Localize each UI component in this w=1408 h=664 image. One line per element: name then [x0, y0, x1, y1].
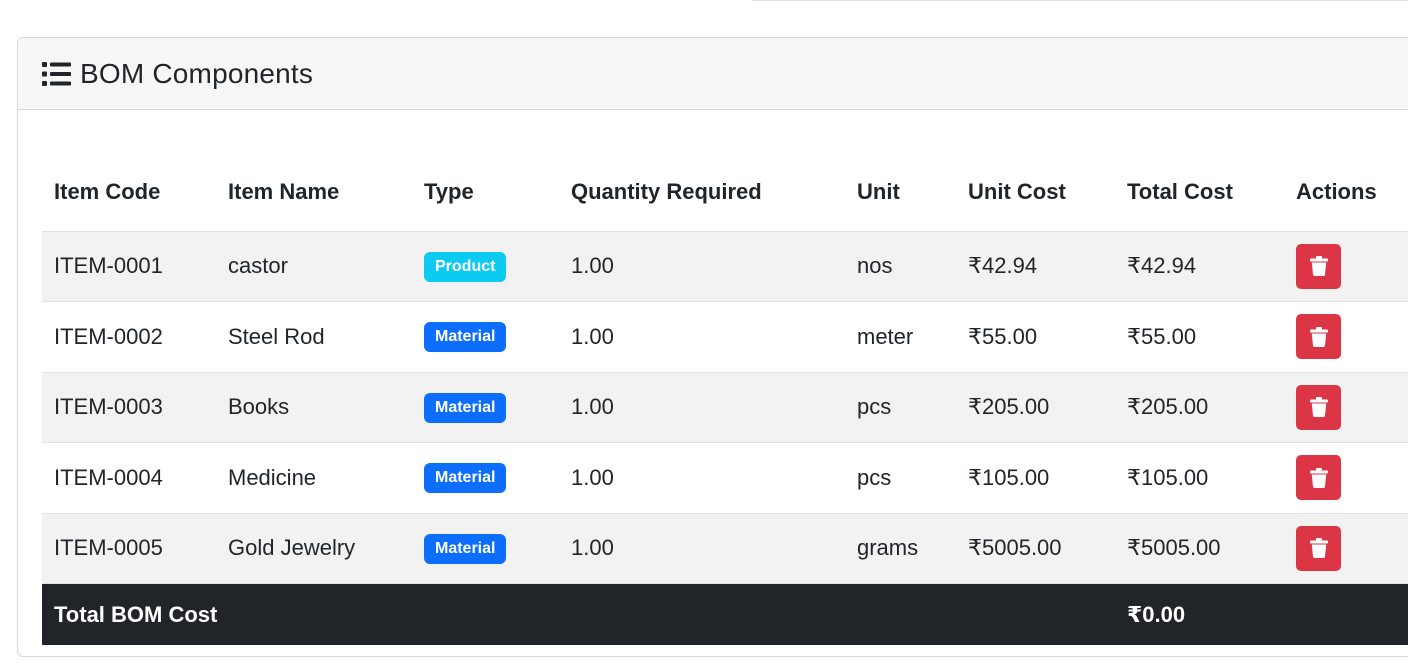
- unit-cost: ₹55.00: [956, 301, 1115, 373]
- top-divider: [752, 0, 1408, 1]
- unit: nos: [845, 231, 956, 302]
- table-row: ITEM-0004 Medicine Material 1.00 pcs ₹10…: [42, 442, 1408, 514]
- trash-icon: [1309, 538, 1328, 559]
- actions-cell: [1284, 301, 1408, 373]
- unit: pcs: [845, 372, 956, 443]
- type-badge: Material: [424, 322, 507, 353]
- item-code: ITEM-0003: [42, 372, 216, 443]
- bom-components-card: BOM Components Item Code Item Name Type …: [17, 37, 1408, 657]
- quantity: 1.00: [559, 372, 845, 443]
- unit-cost: ₹42.94: [956, 231, 1115, 302]
- item-code: ITEM-0002: [42, 301, 216, 373]
- header-item-code: Item Code: [42, 147, 216, 232]
- total-cost: ₹205.00: [1115, 372, 1284, 443]
- type-badge: Material: [424, 533, 507, 564]
- actions-cell: [1284, 442, 1408, 514]
- header-unit: Unit: [845, 147, 956, 232]
- delete-button[interactable]: [1296, 525, 1341, 571]
- total-cost: ₹105.00: [1115, 442, 1284, 514]
- type-badge: Product: [424, 251, 507, 282]
- header-type: Type: [412, 147, 559, 232]
- actions-cell: [1284, 513, 1408, 584]
- delete-button[interactable]: [1296, 243, 1341, 289]
- header-total-cost: Total Cost: [1115, 147, 1284, 232]
- type-cell: Material: [412, 442, 559, 514]
- total-cost: ₹42.94: [1115, 231, 1284, 302]
- type-cell: Product: [412, 231, 559, 302]
- delete-button[interactable]: [1296, 314, 1341, 360]
- type-cell: Material: [412, 301, 559, 373]
- quantity: 1.00: [559, 442, 845, 514]
- list-icon: [42, 61, 72, 86]
- table-row: ITEM-0003 Books Material 1.00 pcs ₹205.0…: [42, 372, 1408, 443]
- item-code: ITEM-0005: [42, 513, 216, 584]
- card-header: BOM Components: [18, 38, 1408, 110]
- type-cell: Material: [412, 513, 559, 584]
- item-name: Steel Rod: [216, 301, 412, 373]
- table-row: ITEM-0001 castor Product 1.00 nos ₹42.94…: [42, 231, 1408, 302]
- total-value: ₹0.00: [1115, 583, 1284, 645]
- trash-icon: [1309, 467, 1328, 488]
- trash-icon: [1309, 256, 1328, 277]
- header-item-name: Item Name: [216, 147, 412, 232]
- type-cell: Material: [412, 372, 559, 443]
- item-name: Gold Jewelry: [216, 513, 412, 584]
- trash-icon: [1309, 397, 1328, 418]
- unit: meter: [845, 301, 956, 373]
- actions-cell: [1284, 231, 1408, 302]
- bom-table: Item Code Item Name Type Quantity Requir…: [42, 147, 1408, 645]
- quantity: 1.00: [559, 231, 845, 302]
- type-badge: Material: [424, 392, 507, 423]
- table-row: ITEM-0005 Gold Jewelry Material 1.00 gra…: [42, 513, 1408, 584]
- total-cost: ₹55.00: [1115, 301, 1284, 373]
- item-code: ITEM-0001: [42, 231, 216, 302]
- total-cost: ₹5005.00: [1115, 513, 1284, 584]
- table-row: ITEM-0002 Steel Rod Material 1.00 meter …: [42, 301, 1408, 373]
- total-empty-cell: [1284, 583, 1408, 645]
- unit: pcs: [845, 442, 956, 514]
- quantity: 1.00: [559, 513, 845, 584]
- trash-icon: [1309, 326, 1328, 347]
- header-actions: Actions: [1284, 147, 1408, 232]
- quantity: 1.00: [559, 301, 845, 373]
- unit-cost: ₹105.00: [956, 442, 1115, 514]
- unit: grams: [845, 513, 956, 584]
- total-row: Total BOM Cost ₹0.00: [42, 583, 1408, 645]
- unit-cost: ₹205.00: [956, 372, 1115, 443]
- delete-button[interactable]: [1296, 455, 1341, 501]
- header-quantity: Quantity Required: [559, 147, 845, 232]
- item-code: ITEM-0004: [42, 442, 216, 514]
- unit-cost: ₹5005.00: [956, 513, 1115, 584]
- card-title: BOM Components: [80, 57, 314, 89]
- table-header-row: Item Code Item Name Type Quantity Requir…: [42, 147, 1408, 232]
- header-unit-cost: Unit Cost: [956, 147, 1115, 232]
- total-label: Total BOM Cost: [42, 583, 1115, 645]
- actions-cell: [1284, 372, 1408, 443]
- item-name: castor: [216, 231, 412, 302]
- delete-button[interactable]: [1296, 384, 1341, 430]
- item-name: Books: [216, 372, 412, 443]
- type-badge: Material: [424, 463, 507, 494]
- item-name: Medicine: [216, 442, 412, 514]
